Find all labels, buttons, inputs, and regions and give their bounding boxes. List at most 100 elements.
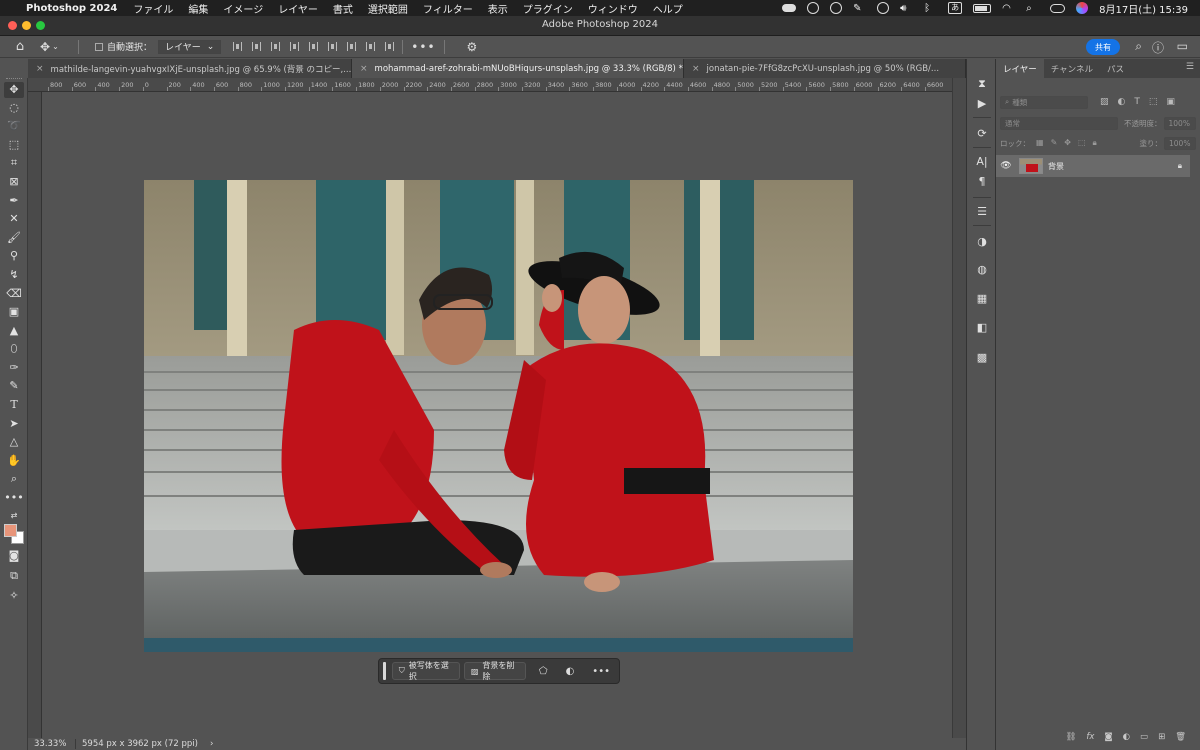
freeform-pen-tool-icon[interactable]: ✎ xyxy=(4,378,24,394)
menu-window[interactable]: ウィンドウ xyxy=(588,1,638,16)
menu-edit[interactable]: 編集 xyxy=(188,1,208,16)
volume-icon[interactable]: 🔊︎ xyxy=(900,3,913,14)
move-tool-preset-picker[interactable]: ✥ ⌄ xyxy=(40,40,70,54)
play-icon[interactable] xyxy=(877,2,890,14)
adjustments-panel-icon[interactable]: ☰ xyxy=(974,205,990,219)
edit-toolbar-icon[interactable]: ••• xyxy=(4,490,24,506)
control-center-icon[interactable] xyxy=(1050,3,1066,13)
marquee-tool-icon[interactable]: ◌ xyxy=(4,100,24,116)
clone-stamp-tool-icon[interactable]: ⚲ xyxy=(4,248,24,264)
bluetooth-icon[interactable]: ᛒ xyxy=(924,3,937,14)
pen-icon[interactable]: ✎ xyxy=(853,3,866,14)
grid-panel-icon[interactable]: ▦ xyxy=(974,292,990,306)
quick-mask-icon[interactable]: ◙ xyxy=(4,548,24,564)
auto-select-checkbox[interactable] xyxy=(95,42,103,51)
close-tab-icon[interactable]: × xyxy=(692,64,700,74)
crop-tool-icon[interactable]: ⌗ xyxy=(4,155,24,171)
icloud-icon[interactable] xyxy=(782,4,797,12)
object-selection-tool-icon[interactable]: ⬚ xyxy=(4,137,24,153)
menu-image[interactable]: イメージ xyxy=(223,1,263,16)
move-tool-icon[interactable]: ✥ xyxy=(4,82,24,98)
shape-tool-icon[interactable]: △ xyxy=(4,434,24,450)
zoom-level[interactable]: 33.33% xyxy=(28,739,76,749)
select-subject-button[interactable]: ⛉ 被写体を選択 xyxy=(391,661,460,681)
layer-row-background[interactable]: 👁︎ 背景 🔒︎ xyxy=(996,155,1190,177)
battery-icon[interactable] xyxy=(973,3,992,13)
blur-tool-icon[interactable]: ▲ xyxy=(4,323,24,339)
generative-fill-icon[interactable]: ✧ xyxy=(4,588,24,604)
app-menu[interactable]: Photoshop 2024 xyxy=(26,3,117,14)
share-button[interactable]: 共有 xyxy=(1086,39,1120,55)
type-tool-icon[interactable]: T xyxy=(4,397,24,413)
align-bottom-icon[interactable] xyxy=(328,42,338,51)
menu-layer[interactable]: レイヤー xyxy=(278,1,318,16)
tab-paths[interactable]: パス xyxy=(1100,59,1131,78)
distribute-spacing-icon[interactable] xyxy=(366,42,376,51)
tab-document-1[interactable]: × mathilde-langevin-yuahvgxIXjE-unsplash… xyxy=(28,59,352,78)
transform-icon[interactable]: ⬠ xyxy=(539,666,548,677)
menu-help[interactable]: ヘルプ xyxy=(653,1,683,16)
tab-document-2[interactable]: × mohammad-aref-zohrabi-mNUoBHiqurs-unsp… xyxy=(352,59,684,78)
help-icon[interactable]: ⓘ xyxy=(1152,39,1164,56)
link-layers-icon[interactable]: ⛓ xyxy=(1066,732,1077,746)
gradients-panel-icon[interactable]: ◧ xyxy=(974,321,990,335)
lasso-tool-icon[interactable]: ➰ xyxy=(4,118,24,134)
search-icon[interactable]: ⌕ xyxy=(1135,39,1142,54)
status-menu-chevron-icon[interactable]: › xyxy=(210,739,213,749)
more-options-icon[interactable]: ••• xyxy=(411,40,435,54)
spot-healing-tool-icon[interactable]: ✕ xyxy=(4,211,24,227)
swap-colors-icon[interactable]: ⇄ xyxy=(4,508,24,524)
distribute-icon[interactable] xyxy=(347,42,357,51)
align-vertical-center-icon[interactable] xyxy=(309,42,319,51)
opacity-field[interactable]: 100% xyxy=(1163,116,1196,130)
eraser-tool-icon[interactable]: ⌫ xyxy=(4,286,24,302)
align-top-icon[interactable] xyxy=(290,42,300,51)
tab-document-3[interactable]: × jonatan-pie-7FfG8zcPcXU-unsplash.jpg @… xyxy=(684,59,966,78)
menu-file[interactable]: ファイル xyxy=(133,1,173,16)
align-horizontal-center-icon[interactable] xyxy=(252,42,262,51)
history-brush-tool-icon[interactable]: ↯ xyxy=(4,267,24,283)
new-layer-icon[interactable]: ⊞ xyxy=(1158,732,1165,746)
zoom-tool-icon[interactable]: ⌕ xyxy=(4,471,24,487)
sync-icon[interactable] xyxy=(830,2,843,14)
character-panel-icon[interactable]: A| xyxy=(974,155,990,169)
visibility-eye-icon[interactable]: 👁︎ xyxy=(996,161,1016,171)
distribute-vertical-icon[interactable] xyxy=(385,42,395,51)
panel-grip[interactable] xyxy=(6,78,22,80)
workspace-icon[interactable]: ▭ xyxy=(1177,39,1188,53)
vertical-scrollbar[interactable] xyxy=(952,78,966,738)
menu-view[interactable]: 表示 xyxy=(488,1,508,16)
shape-filter-icon[interactable]: ⬚ xyxy=(1149,97,1158,107)
lock-transparent-icon[interactable]: ▦ xyxy=(1036,138,1044,148)
auto-select-target-dropdown[interactable]: レイヤー ⌄ xyxy=(158,39,222,54)
document-image[interactable] xyxy=(144,180,853,652)
history-panel-icon[interactable]: ⧗ xyxy=(974,77,990,91)
new-group-icon[interactable]: ▭ xyxy=(1140,732,1148,746)
lock-pixels-icon[interactable]: ✎ xyxy=(1051,138,1058,148)
close-tab-icon[interactable]: × xyxy=(36,64,44,74)
path-selection-tool-icon[interactable]: ➤ xyxy=(4,416,24,432)
pen-tool-icon[interactable]: ✑ xyxy=(4,360,24,376)
creative-cloud-icon[interactable] xyxy=(807,2,820,14)
panel-menu-icon[interactable]: ☰ xyxy=(1186,62,1194,72)
menu-type[interactable]: 書式 xyxy=(333,1,353,16)
smart-object-filter-icon[interactable]: ▣ xyxy=(1166,97,1175,107)
adjustment-filter-icon[interactable]: ◐ xyxy=(1118,97,1126,107)
blend-mode-dropdown[interactable]: 通常 xyxy=(1000,116,1118,130)
foreground-color-swatch[interactable] xyxy=(4,524,17,537)
dodge-tool-icon[interactable]: ⬯ xyxy=(4,341,24,357)
tab-layers[interactable]: レイヤー xyxy=(996,59,1044,78)
paragraph-panel-icon[interactable]: ¶ xyxy=(974,175,990,189)
menu-plugins[interactable]: プラグイン xyxy=(523,1,573,16)
lock-artboard-icon[interactable]: ⬚ xyxy=(1078,138,1086,148)
layer-name[interactable]: 背景 xyxy=(1048,161,1064,172)
gradient-tool-icon[interactable]: ▣ xyxy=(4,304,24,320)
menu-select[interactable]: 選択範囲 xyxy=(368,1,408,16)
settings-gear-icon[interactable]: ⚙ xyxy=(467,40,478,54)
add-mask-icon[interactable]: ◙ xyxy=(1104,732,1112,746)
input-source-icon[interactable]: あ xyxy=(948,2,963,14)
align-right-icon[interactable] xyxy=(271,42,281,51)
lock-icon[interactable]: 🔒︎ xyxy=(1178,161,1182,171)
fill-field[interactable]: 100% xyxy=(1164,136,1196,150)
remove-background-button[interactable]: ▨ 背景を削除 xyxy=(463,661,526,681)
